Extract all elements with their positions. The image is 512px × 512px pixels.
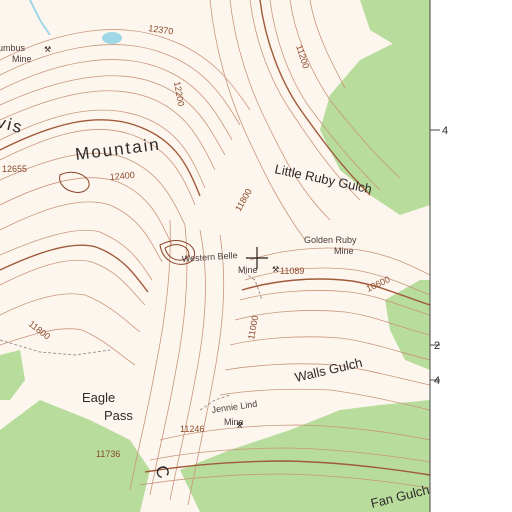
elevation-12655: 12655 xyxy=(2,164,27,174)
lake xyxy=(102,32,122,44)
golden-ruby-mine-label-line1: Golden Ruby xyxy=(304,235,357,245)
eagle-pass-label-line2: Pass xyxy=(104,408,133,423)
elevation-11736: 11736 xyxy=(96,449,120,459)
mine-symbol-icon: ⚒ xyxy=(44,45,51,54)
map-margin xyxy=(430,0,512,512)
elevation-11246: 11246 xyxy=(180,424,204,434)
margin-tick-label-3: 4 xyxy=(434,375,440,387)
western-belle-mine-label-line2: Mine xyxy=(238,265,258,275)
elevation-11089: 11089 xyxy=(280,266,304,276)
margin-tick-label-2: 2 xyxy=(434,340,440,352)
columbus-mine-label-line1: umbus xyxy=(0,43,26,53)
columbus-mine-label-line2: Mine xyxy=(12,54,32,64)
eagle-pass-label-line1: Eagle xyxy=(82,390,115,405)
jennie-lind-mine-label-line2: Mine xyxy=(224,417,244,427)
map-canvas: 4 2 4 ⚒ ⚒ ⚒ vis Mountain Little Ruby Gul… xyxy=(0,0,512,512)
margin-tick-label-1: 4 xyxy=(442,125,448,137)
topographic-map[interactable]: 4 2 4 ⚒ ⚒ ⚒ vis Mountain Little Ruby Gul… xyxy=(0,0,512,512)
mine-symbol-icon: ⚒ xyxy=(272,265,279,274)
golden-ruby-mine-label-line2: Mine xyxy=(334,246,354,256)
